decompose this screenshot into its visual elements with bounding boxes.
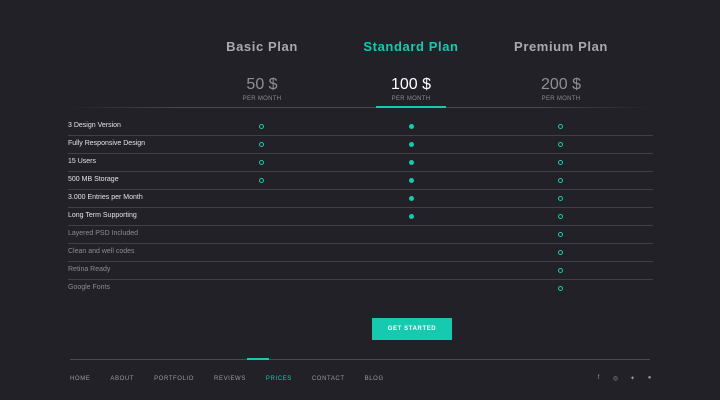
plan-period-premium: PER MONTH [541,96,581,102]
plan-period-basic: PER MONTH [242,96,282,102]
highlighted-plan-indicator [376,106,446,108]
ring-dot-icon [558,214,563,219]
feature-row: Long Term Supporting [68,208,653,226]
nav-item-portfolio[interactable]: PORTFOLIO [154,376,194,382]
feature-label: Retina Ready [68,266,111,273]
feature-label: 15 Users [68,158,97,165]
ring-dot-icon [558,250,563,255]
ring-dot-icon [558,178,563,183]
feature-label: Clean and well codes [68,248,135,255]
nav-item-blog[interactable]: BLOG [365,376,384,382]
footer-divider [70,359,650,360]
feature-label: Layered PSD Included [68,230,139,237]
social-links: f ◎ ✦ ● [590,375,658,382]
feature-row: Layered PSD Included [68,226,653,244]
plan-name-basic: Basic Plan [226,39,298,54]
ring-dot-icon [259,124,264,129]
feature-label: Google Fonts [68,284,111,291]
feature-table: 3 Design Version Fully Responsive Design 1… [68,118,653,298]
nav-item-contact[interactable]: CONTACT [312,376,345,382]
plan-name-premium: Premium Plan [514,39,608,54]
ring-dot-icon [558,142,563,147]
feature-label: 3 Design Version [68,122,121,129]
footer-nav: HOME ABOUT PORTFOLIO REVIEWS PRICES CONTACT BL… [70,376,404,382]
plan-price-premium: 200 $ [540,76,582,93]
feature-label: 500 MB Storage [68,176,119,183]
filled-dot-icon [409,214,414,219]
filled-dot-icon [409,178,414,183]
plan-price-basic: 50 $ [246,76,278,93]
ring-dot-icon [558,124,563,129]
filled-dot-icon [409,160,414,165]
ring-dot-icon [558,268,563,273]
feature-label: 3.000 Entries per Month [68,194,143,201]
nav-item-about[interactable]: ABOUT [110,376,134,382]
feature-label: Long Term Supporting [68,212,137,219]
ring-dot-icon [558,232,563,237]
feature-row: 3 Design Version [68,118,653,136]
header-divider [68,107,653,108]
feature-label: Fully Responsive Design [68,140,146,147]
get-started-button[interactable]: GET STARTED [372,318,452,340]
filled-dot-icon [409,124,414,129]
filled-dot-icon [409,142,414,147]
nav-item-reviews[interactable]: REVIEWS [214,376,246,382]
footer-active-indicator [247,358,269,360]
facebook-icon[interactable]: f [590,375,607,382]
feature-row: Clean and well codes [68,244,653,262]
ring-dot-icon [558,160,563,165]
feature-row: Google Fonts [68,280,653,298]
nav-item-prices[interactable]: PRICES [266,376,292,382]
ring-dot-icon [259,178,264,183]
feature-row: 500 MB Storage [68,172,653,190]
ring-dot-icon [558,196,563,201]
plan-price-standard: 100 $ [390,76,432,93]
ring-dot-icon [259,142,264,147]
feature-row: 3.000 Entries per Month [68,190,653,208]
dribbble-icon[interactable]: ● [641,375,658,382]
twitter-icon[interactable]: ✦ [624,375,641,382]
plan-name-standard: Standard Plan [363,39,459,54]
plan-period-standard: PER MONTH [391,96,431,102]
ring-dot-icon [259,160,264,165]
nav-item-home[interactable]: HOME [70,376,90,382]
feature-row: 15 Users [68,154,653,172]
ring-dot-icon [558,286,563,291]
feature-row: Retina Ready [68,262,653,280]
feature-row: Fully Responsive Design [68,136,653,154]
filled-dot-icon [409,196,414,201]
instagram-icon[interactable]: ◎ [607,375,624,382]
